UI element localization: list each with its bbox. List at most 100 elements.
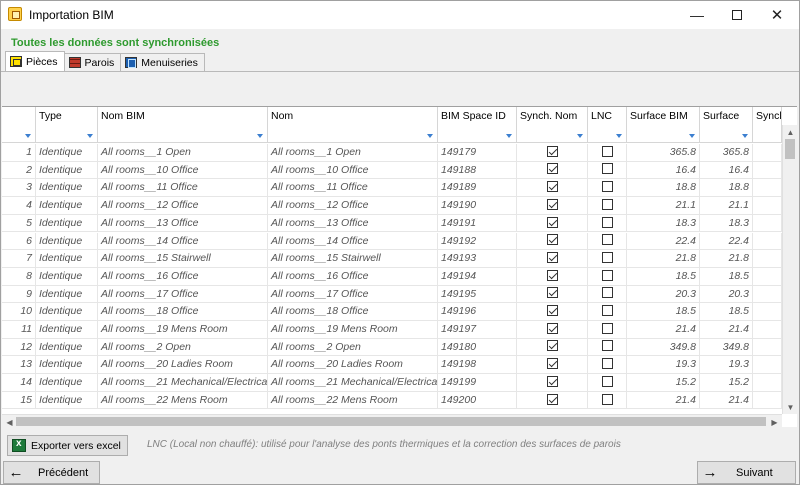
filter-icon[interactable] <box>616 134 622 138</box>
lnc-checkbox[interactable] <box>601 163 613 175</box>
table-row[interactable]: 14 Identique All rooms__21 Mechanical/Elec… <box>2 374 782 392</box>
lnc-checkbox[interactable] <box>601 145 613 157</box>
sync-name-checkbox[interactable] <box>546 358 558 370</box>
table-row[interactable]: 6 Identique All rooms__14 Office All rooms_… <box>2 232 782 251</box>
cell-synch <box>753 179 782 197</box>
cell-index: 10 <box>2 303 36 321</box>
table-row[interactable]: 15 Identique All rooms__22 Mens Room All ro… <box>2 391 782 410</box>
filter-icon[interactable] <box>427 134 433 138</box>
table-row[interactable]: 10 Identique All rooms__18 Office All rooms… <box>2 303 782 321</box>
cell-name: All rooms__1 Open <box>268 144 438 161</box>
col-header-sync-name[interactable]: Synch. Nom <box>517 107 588 143</box>
sync-name-checkbox[interactable] <box>546 251 558 263</box>
sync-name-checkbox[interactable] <box>546 287 558 299</box>
minimize-button[interactable]: — <box>677 1 717 29</box>
lnc-checkbox[interactable] <box>601 234 613 246</box>
lnc-checkbox[interactable] <box>601 358 613 370</box>
lnc-checkbox[interactable] <box>601 375 613 387</box>
tab-parois[interactable]: Parois <box>63 53 122 71</box>
filter-icon[interactable] <box>689 134 695 138</box>
vertical-scroll-thumb[interactable] <box>785 139 795 159</box>
sync-name-checkbox[interactable] <box>546 181 558 193</box>
sync-name-checkbox[interactable] <box>546 198 558 210</box>
lnc-checkbox[interactable] <box>601 305 613 317</box>
filter-icon[interactable] <box>506 134 512 138</box>
lnc-checkbox[interactable] <box>601 181 613 193</box>
cell-bim-surface: 21.4 <box>627 321 700 338</box>
cell-lnc <box>588 338 627 356</box>
cell-bim-space-id: 149188 <box>438 161 517 179</box>
table-row[interactable]: 3 Identique All rooms__11 Office All rooms_… <box>2 179 782 198</box>
table-row[interactable]: 1 Identique All rooms__1 Open All rooms__1 … <box>2 144 782 162</box>
table-row[interactable]: 9 Identique All rooms__17 Office All rooms_… <box>2 285 782 304</box>
lnc-checkbox[interactable] <box>601 287 613 299</box>
table-row[interactable]: 11 Identique All rooms__19 Mens Room All ro… <box>2 321 782 339</box>
col-header-surface[interactable]: Surface <box>700 107 753 143</box>
cell-bim-space-id: 149198 <box>438 356 517 374</box>
horizontal-scroll-thumb[interactable] <box>16 417 766 426</box>
cell-index: 2 <box>2 161 36 179</box>
lnc-checkbox[interactable] <box>601 216 613 228</box>
col-header-bim-surface[interactable]: Surface BIM <box>627 107 700 143</box>
table-row[interactable]: 7 Identique All rooms__15 Stairwell All roo… <box>2 250 782 268</box>
horizontal-scrollbar[interactable]: ◀ ▶ <box>2 414 782 427</box>
col-header-bim-space-id[interactable]: BIM Space ID <box>438 107 517 143</box>
cell-bim-space-id: 149180 <box>438 338 517 356</box>
col-label: Nom <box>271 110 294 122</box>
table-row[interactable]: 8 Identique All rooms__16 Office All rooms_… <box>2 267 782 286</box>
sync-name-checkbox[interactable] <box>546 145 558 157</box>
lnc-checkbox[interactable] <box>601 198 613 210</box>
col-header-type[interactable]: Type <box>36 107 98 143</box>
cell-sync-name <box>517 356 588 374</box>
lnc-checkbox[interactable] <box>601 251 613 263</box>
sync-name-checkbox[interactable] <box>546 393 558 405</box>
sync-name-checkbox[interactable] <box>546 305 558 317</box>
cell-index: 8 <box>2 267 36 285</box>
col-header-synch[interactable]: Synch <box>753 107 782 143</box>
tab-pieces[interactable]: Pièces <box>5 51 65 71</box>
sync-name-checkbox[interactable] <box>546 216 558 228</box>
lnc-checkbox[interactable] <box>601 393 613 405</box>
maximize-button[interactable] <box>717 1 757 29</box>
sync-name-checkbox[interactable] <box>546 322 558 334</box>
export-excel-button[interactable]: Exporter vers excel <box>7 435 128 456</box>
lnc-checkbox[interactable] <box>601 340 613 352</box>
table-row[interactable]: 4 Identique All rooms__12 Office All rooms_… <box>2 197 782 215</box>
col-header-index[interactable] <box>2 107 36 143</box>
sync-name-checkbox[interactable] <box>546 234 558 246</box>
close-button[interactable]: ✕ <box>757 1 797 29</box>
sync-name-checkbox[interactable] <box>546 375 558 387</box>
table-row[interactable]: 13 Identique All rooms__20 Ladies Room All … <box>2 356 782 375</box>
cell-type: Identique <box>36 303 98 321</box>
filter-icon[interactable] <box>742 134 748 138</box>
col-header-name[interactable]: Nom <box>268 107 438 143</box>
lnc-checkbox[interactable] <box>601 322 613 334</box>
window-title: Importation BIM <box>29 8 114 22</box>
sync-name-checkbox[interactable] <box>546 340 558 352</box>
table-row[interactable]: 12 Identique All rooms__2 Open All rooms__2… <box>2 338 782 357</box>
cell-synch <box>753 338 782 356</box>
next-button[interactable]: → Suivant <box>697 461 796 484</box>
lnc-checkbox[interactable] <box>601 269 613 281</box>
scroll-right-arrow-icon[interactable]: ▶ <box>767 415 782 427</box>
filter-icon[interactable] <box>577 134 583 138</box>
scroll-up-arrow-icon[interactable]: ▲ <box>783 125 797 139</box>
cell-lnc <box>588 321 627 338</box>
col-header-lnc[interactable]: LNC <box>588 107 627 143</box>
filter-icon[interactable] <box>87 134 93 138</box>
filter-icon[interactable] <box>25 134 31 138</box>
table-row[interactable]: 2 Identique All rooms__10 Office All rooms_… <box>2 161 782 180</box>
scroll-down-arrow-icon[interactable]: ▼ <box>783 400 797 414</box>
sync-name-checkbox[interactable] <box>546 163 558 175</box>
filter-icon[interactable] <box>257 134 263 138</box>
walls-icon <box>68 57 81 68</box>
cell-synch <box>753 250 782 268</box>
scroll-left-arrow-icon[interactable]: ◀ <box>2 415 17 427</box>
cell-name: All rooms__2 Open <box>268 338 438 356</box>
sync-name-checkbox[interactable] <box>546 269 558 281</box>
vertical-scrollbar[interactable]: ▲ ▼ <box>782 125 797 414</box>
tab-menuiseries[interactable]: Menuiseries <box>120 53 205 71</box>
table-row[interactable]: 5 Identique All rooms__13 Office All rooms_… <box>2 214 782 233</box>
previous-button[interactable]: ← Précédent <box>3 461 100 484</box>
col-header-bim-name[interactable]: Nom BIM <box>98 107 268 143</box>
